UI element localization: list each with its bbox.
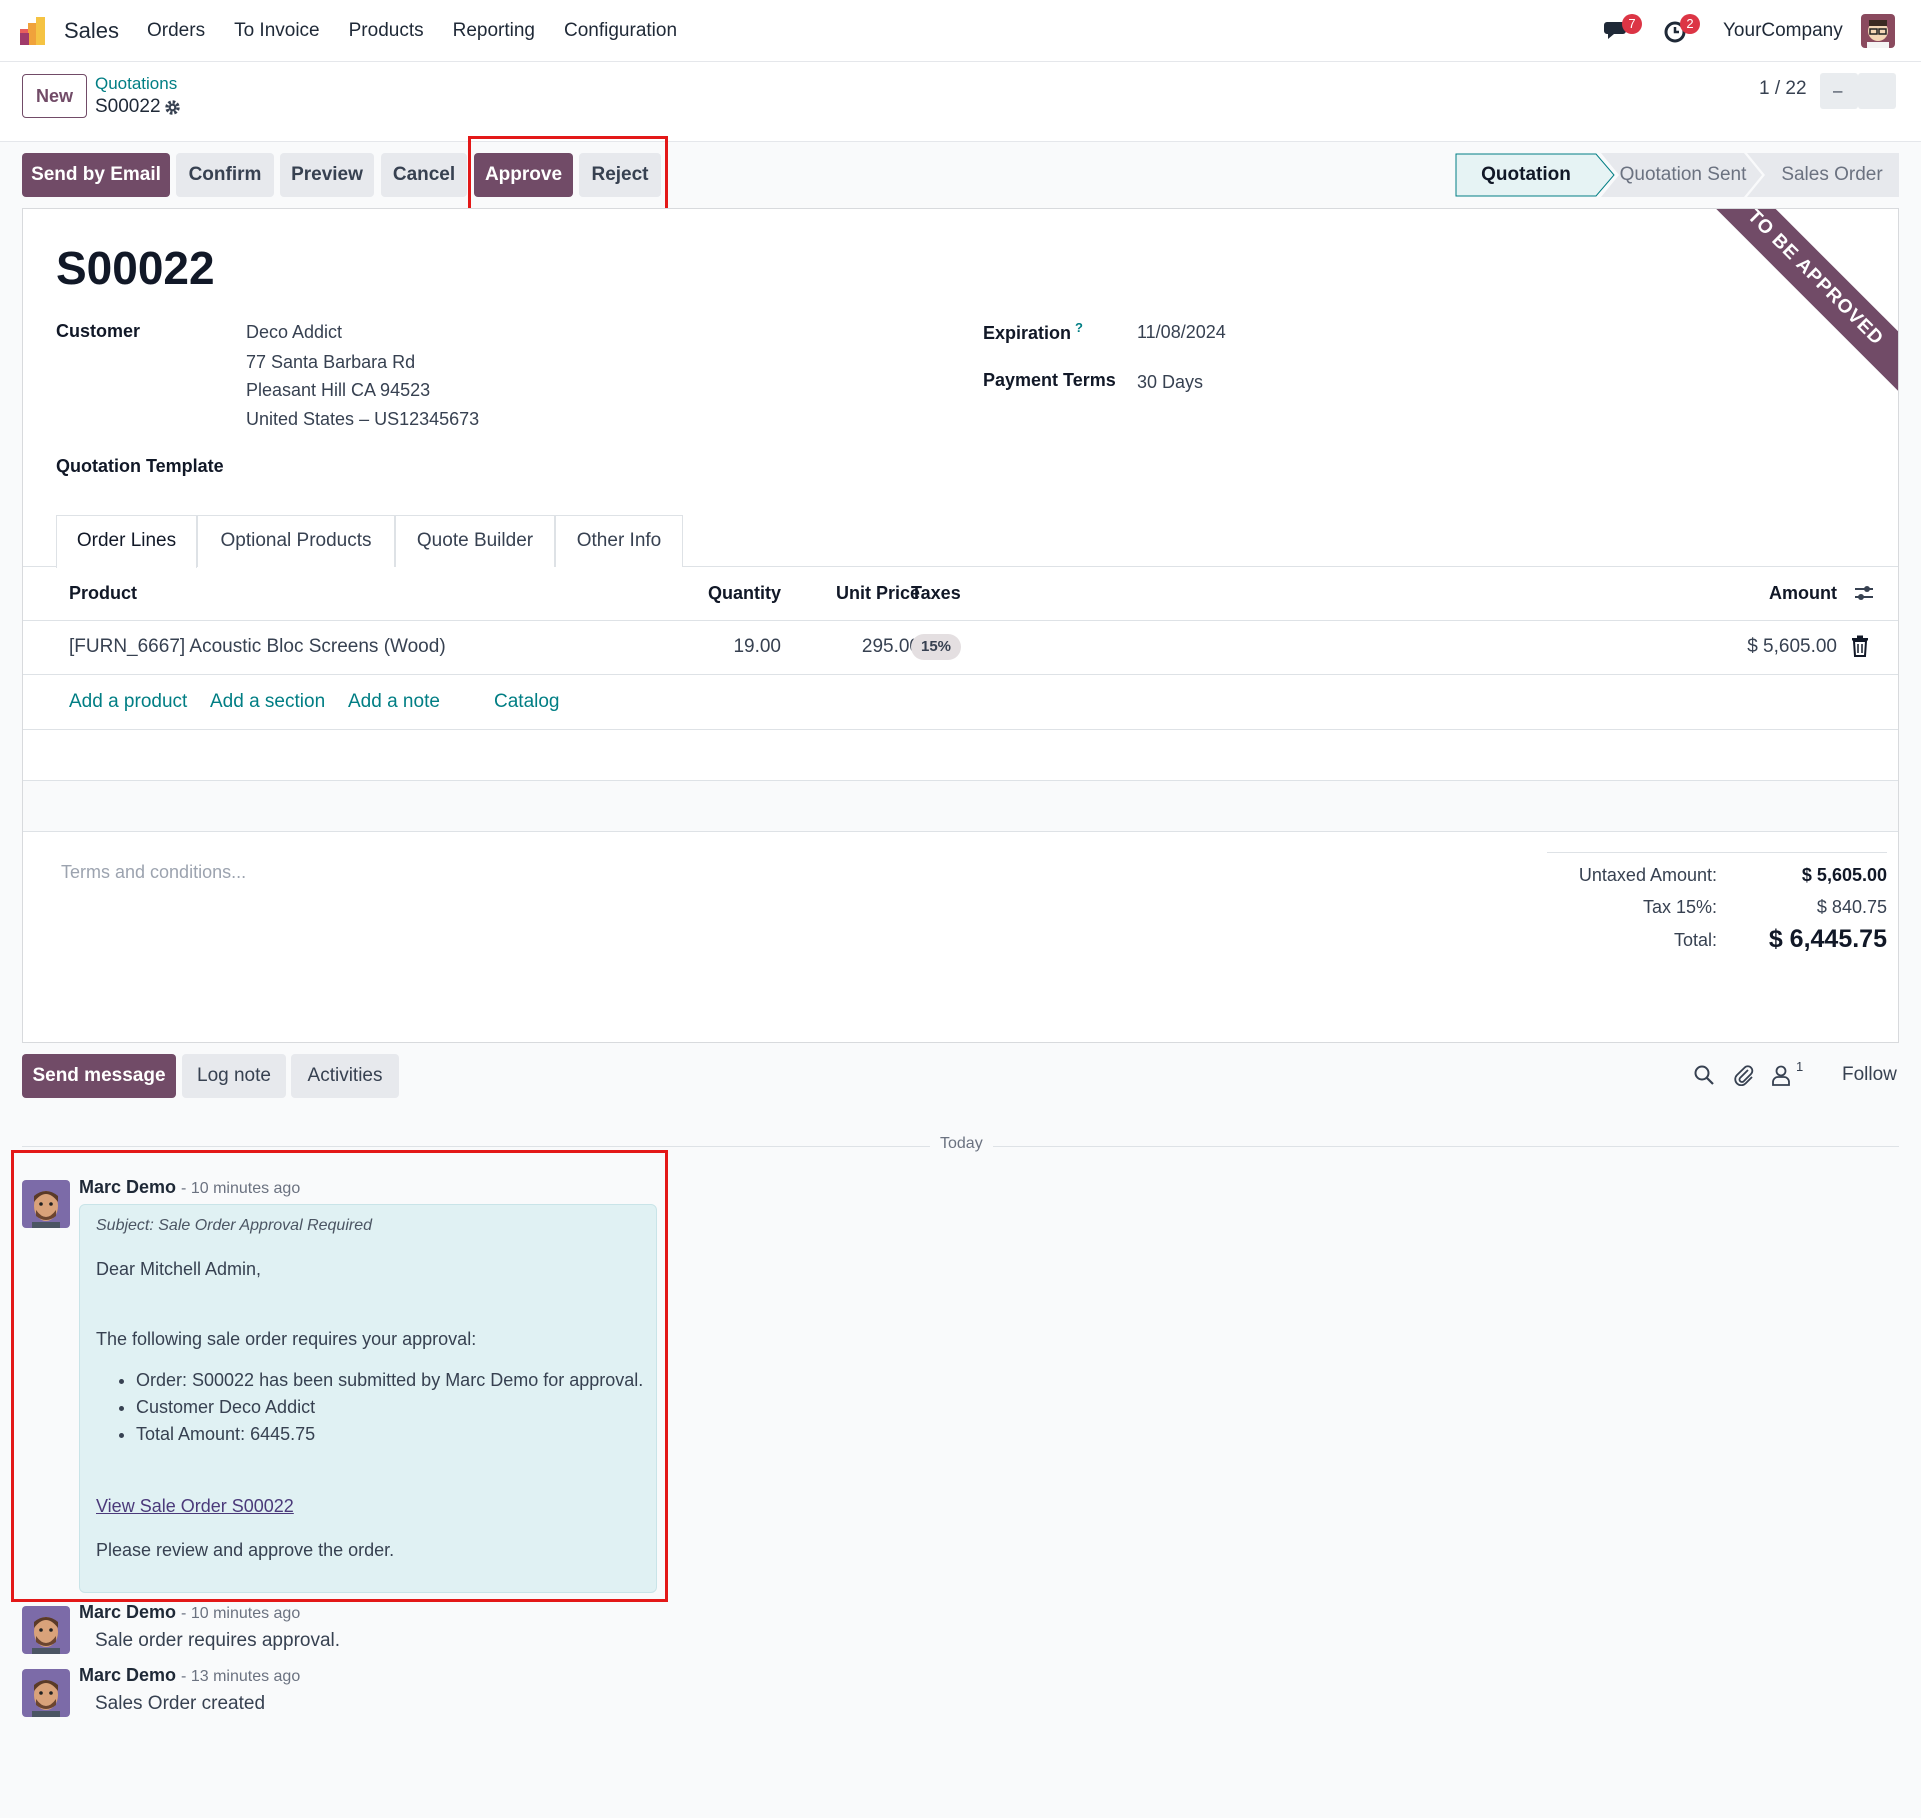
column-unit-price[interactable]: Unit Price	[803, 583, 920, 604]
order-title: S00022	[56, 242, 215, 294]
search-icon[interactable]	[1693, 1064, 1715, 1086]
line-product[interactable]: [FURN_6667] Acoustic Bloc Screens (Wood)	[69, 636, 446, 658]
author-avatar[interactable]	[22, 1606, 70, 1654]
activities-badge: 2	[1680, 14, 1700, 34]
payment-terms-value[interactable]: 30 Days	[1137, 372, 1203, 393]
user-avatar[interactable]	[1861, 14, 1895, 48]
main-menu: Orders To Invoice Products Reporting Con…	[147, 20, 706, 42]
column-quantity[interactable]: Quantity	[686, 583, 781, 604]
customer-city: Pleasant Hill CA 94523	[246, 380, 431, 400]
catalog-link[interactable]: Catalog	[494, 691, 560, 713]
message-time: - 13 minutes ago	[181, 1668, 301, 1685]
optional-columns-icon[interactable]	[1853, 583, 1875, 603]
tax-label: Tax 15%:	[1642, 897, 1717, 917]
untaxed-amount-value: $ 5,605.00	[1801, 865, 1887, 885]
expiration-label: Expiration?	[983, 320, 1083, 344]
email-message-highlight	[11, 1150, 668, 1602]
message-body: Sale order requires approval.	[95, 1630, 341, 1651]
status-quotation-sent[interactable]: Quotation Sent	[1613, 153, 1753, 197]
line-quantity[interactable]: 19.00	[686, 636, 781, 658]
order-lines-header: Product Quantity Unit Price Taxes Amount	[23, 567, 1898, 621]
terms-and-conditions-input[interactable]: Terms and conditions...	[61, 862, 246, 883]
message-time: - 10 minutes ago	[181, 1605, 301, 1622]
followers-icon[interactable]	[1771, 1064, 1793, 1086]
message-author: Marc Demo - 10 minutes ago	[79, 1602, 300, 1623]
new-button[interactable]: New	[22, 74, 87, 118]
sales-app-icon[interactable]	[20, 17, 50, 45]
gear-icon[interactable]	[164, 99, 181, 116]
customer-street: 77 Santa Barbara Rd	[246, 352, 416, 372]
tab-order-lines[interactable]: Order Lines	[56, 515, 197, 568]
pager-previous-label: –	[1833, 81, 1843, 100]
menu-products[interactable]: Products	[349, 20, 424, 42]
log-note-button[interactable]: Log note	[182, 1054, 286, 1098]
to-be-approved-ribbon: TO BE APPROVED	[1697, 209, 1898, 396]
status-sales-order[interactable]: Sales Order	[1765, 153, 1899, 197]
activities-button[interactable]: Activities	[291, 1054, 399, 1098]
date-separator-label: Today	[930, 1135, 993, 1153]
totals-divider	[1547, 852, 1887, 853]
approve-reject-highlight	[468, 136, 668, 213]
menu-orders[interactable]: Orders	[147, 20, 205, 42]
empty-row	[23, 781, 1898, 832]
message-author-name[interactable]: Marc Demo	[79, 1602, 176, 1622]
app-name[interactable]: Sales	[64, 18, 119, 44]
total-value: $ 6,445.75	[1768, 925, 1887, 953]
breadcrumb-record-name: S00022	[95, 96, 161, 117]
followers-count: 1	[1796, 1059, 1804, 1074]
send-message-button[interactable]: Send message	[22, 1054, 176, 1098]
tax-tag[interactable]: 15%	[911, 634, 962, 660]
menu-to-invoice[interactable]: To Invoice	[234, 20, 320, 42]
tax-value: $ 840.75	[1816, 897, 1887, 917]
customer-name[interactable]: Deco Addict	[246, 322, 342, 343]
breadcrumb-quotations[interactable]: Quotations	[95, 74, 177, 94]
tab-quote-builder[interactable]: Quote Builder	[395, 515, 555, 567]
menu-configuration[interactable]: Configuration	[564, 20, 677, 42]
line-unit-price[interactable]: 295.00	[803, 636, 920, 658]
paperclip-icon[interactable]	[1733, 1064, 1755, 1086]
menu-reporting[interactable]: Reporting	[453, 20, 535, 42]
send-by-email-button[interactable]: Send by Email	[22, 153, 170, 197]
tab-other-info[interactable]: Other Info	[555, 515, 683, 567]
column-taxes[interactable]: Taxes	[911, 583, 961, 604]
tab-optional-products[interactable]: Optional Products	[197, 515, 395, 567]
control-panel: New Quotations S00022 1 / 22 –	[0, 62, 1921, 142]
trash-icon[interactable]	[1851, 635, 1869, 657]
line-amount: $ 5,605.00	[1747, 636, 1837, 657]
form-sheet: TO BE APPROVED S00022 Customer Deco Addi…	[22, 208, 1899, 1043]
customer-label: Customer	[56, 321, 141, 341]
pager-value[interactable]: 1 / 22	[1759, 78, 1807, 100]
column-amount[interactable]: Amount	[1723, 583, 1837, 604]
message-author-name[interactable]: Marc Demo	[79, 1665, 176, 1685]
follow-button[interactable]: Follow	[1842, 1064, 1897, 1086]
customer-country-vat: United States – US12345673	[246, 409, 480, 429]
help-icon[interactable]: ?	[1075, 320, 1083, 335]
top-navbar: Sales Orders To Invoice Products Reporti…	[0, 0, 1921, 62]
message-body: Sales Order created	[95, 1693, 266, 1714]
add-line-row: Add a product Add a section Add a note C…	[23, 675, 1898, 730]
confirm-button[interactable]: Confirm	[176, 153, 274, 197]
add-product-link[interactable]: Add a product	[69, 691, 187, 713]
chatter-topbar: Send message Log note Activities 1 Follo…	[0, 1053, 1921, 1099]
untaxed-amount-label: Untaxed Amount:	[1578, 865, 1717, 885]
message-author: Marc Demo - 13 minutes ago	[79, 1665, 300, 1686]
payment-terms-label: Payment Terms	[983, 370, 1116, 390]
column-product[interactable]: Product	[69, 583, 137, 604]
preview-button[interactable]: Preview	[280, 153, 374, 197]
cancel-button[interactable]: Cancel	[381, 153, 467, 197]
empty-row	[23, 730, 1898, 781]
add-section-link[interactable]: Add a section	[210, 691, 325, 713]
status-quotation[interactable]: Quotation	[1455, 153, 1597, 197]
table-row[interactable]: [FURN_6667] Acoustic Bloc Screens (Wood)…	[23, 621, 1898, 675]
pager-previous-button[interactable]: –	[1820, 73, 1858, 109]
expiration-label-text: Expiration	[983, 323, 1072, 343]
expiration-value[interactable]: 11/08/2024	[1137, 322, 1226, 343]
add-note-link[interactable]: Add a note	[348, 691, 440, 713]
quotation-template-label: Quotation Template	[56, 456, 224, 476]
pager-next-button[interactable]	[1858, 73, 1896, 109]
company-switcher[interactable]: YourCompany	[1723, 20, 1843, 42]
author-avatar[interactable]	[22, 1669, 70, 1717]
messages-badge: 7	[1622, 14, 1642, 34]
